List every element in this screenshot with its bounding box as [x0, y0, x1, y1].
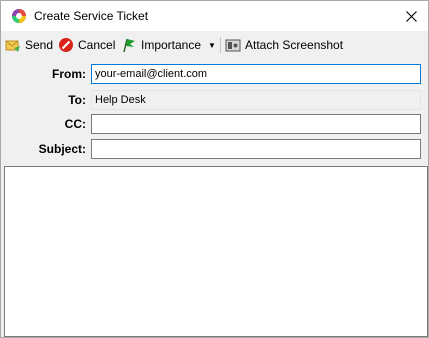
message-header-fields: From: To: Help Desk CC: Subject:: [1, 58, 428, 166]
cancel-label: Cancel: [78, 38, 116, 52]
toolbar: Send Cancel Importance ▼ Attach Screensh…: [1, 31, 428, 58]
subject-label: Subject:: [38, 142, 86, 156]
chevron-down-icon: ▼: [208, 40, 216, 50]
create-service-ticket-window: Create Service Ticket Send Cancel Import…: [0, 0, 429, 338]
importance-label: Importance: [141, 38, 202, 52]
message-body-textarea[interactable]: [4, 166, 428, 337]
from-label: From:: [52, 67, 86, 81]
flag-icon: [121, 37, 137, 53]
cc-label: CC:: [64, 117, 86, 131]
from-field[interactable]: [91, 64, 421, 84]
close-button[interactable]: [394, 1, 428, 31]
screenshot-icon: [225, 37, 241, 53]
title-bar: Create Service Ticket: [1, 1, 428, 31]
toolbar-separator: [220, 37, 221, 53]
to-label: To:: [68, 93, 86, 107]
app-icon: [11, 8, 27, 24]
window-title: Create Service Ticket: [34, 9, 149, 23]
attach-screenshot-button[interactable]: Attach Screenshot: [225, 35, 343, 55]
cc-field[interactable]: [91, 114, 421, 134]
importance-dropdown[interactable]: Importance ▼: [121, 35, 216, 55]
attach-screenshot-label: Attach Screenshot: [245, 38, 344, 52]
to-field: Help Desk: [91, 90, 421, 110]
cancel-icon: [58, 37, 74, 53]
subject-field[interactable]: [91, 139, 421, 159]
close-icon: [405, 10, 417, 22]
send-icon: [5, 37, 21, 53]
cancel-button[interactable]: Cancel: [58, 35, 115, 55]
send-label: Send: [25, 38, 54, 52]
send-button[interactable]: Send: [5, 35, 53, 55]
